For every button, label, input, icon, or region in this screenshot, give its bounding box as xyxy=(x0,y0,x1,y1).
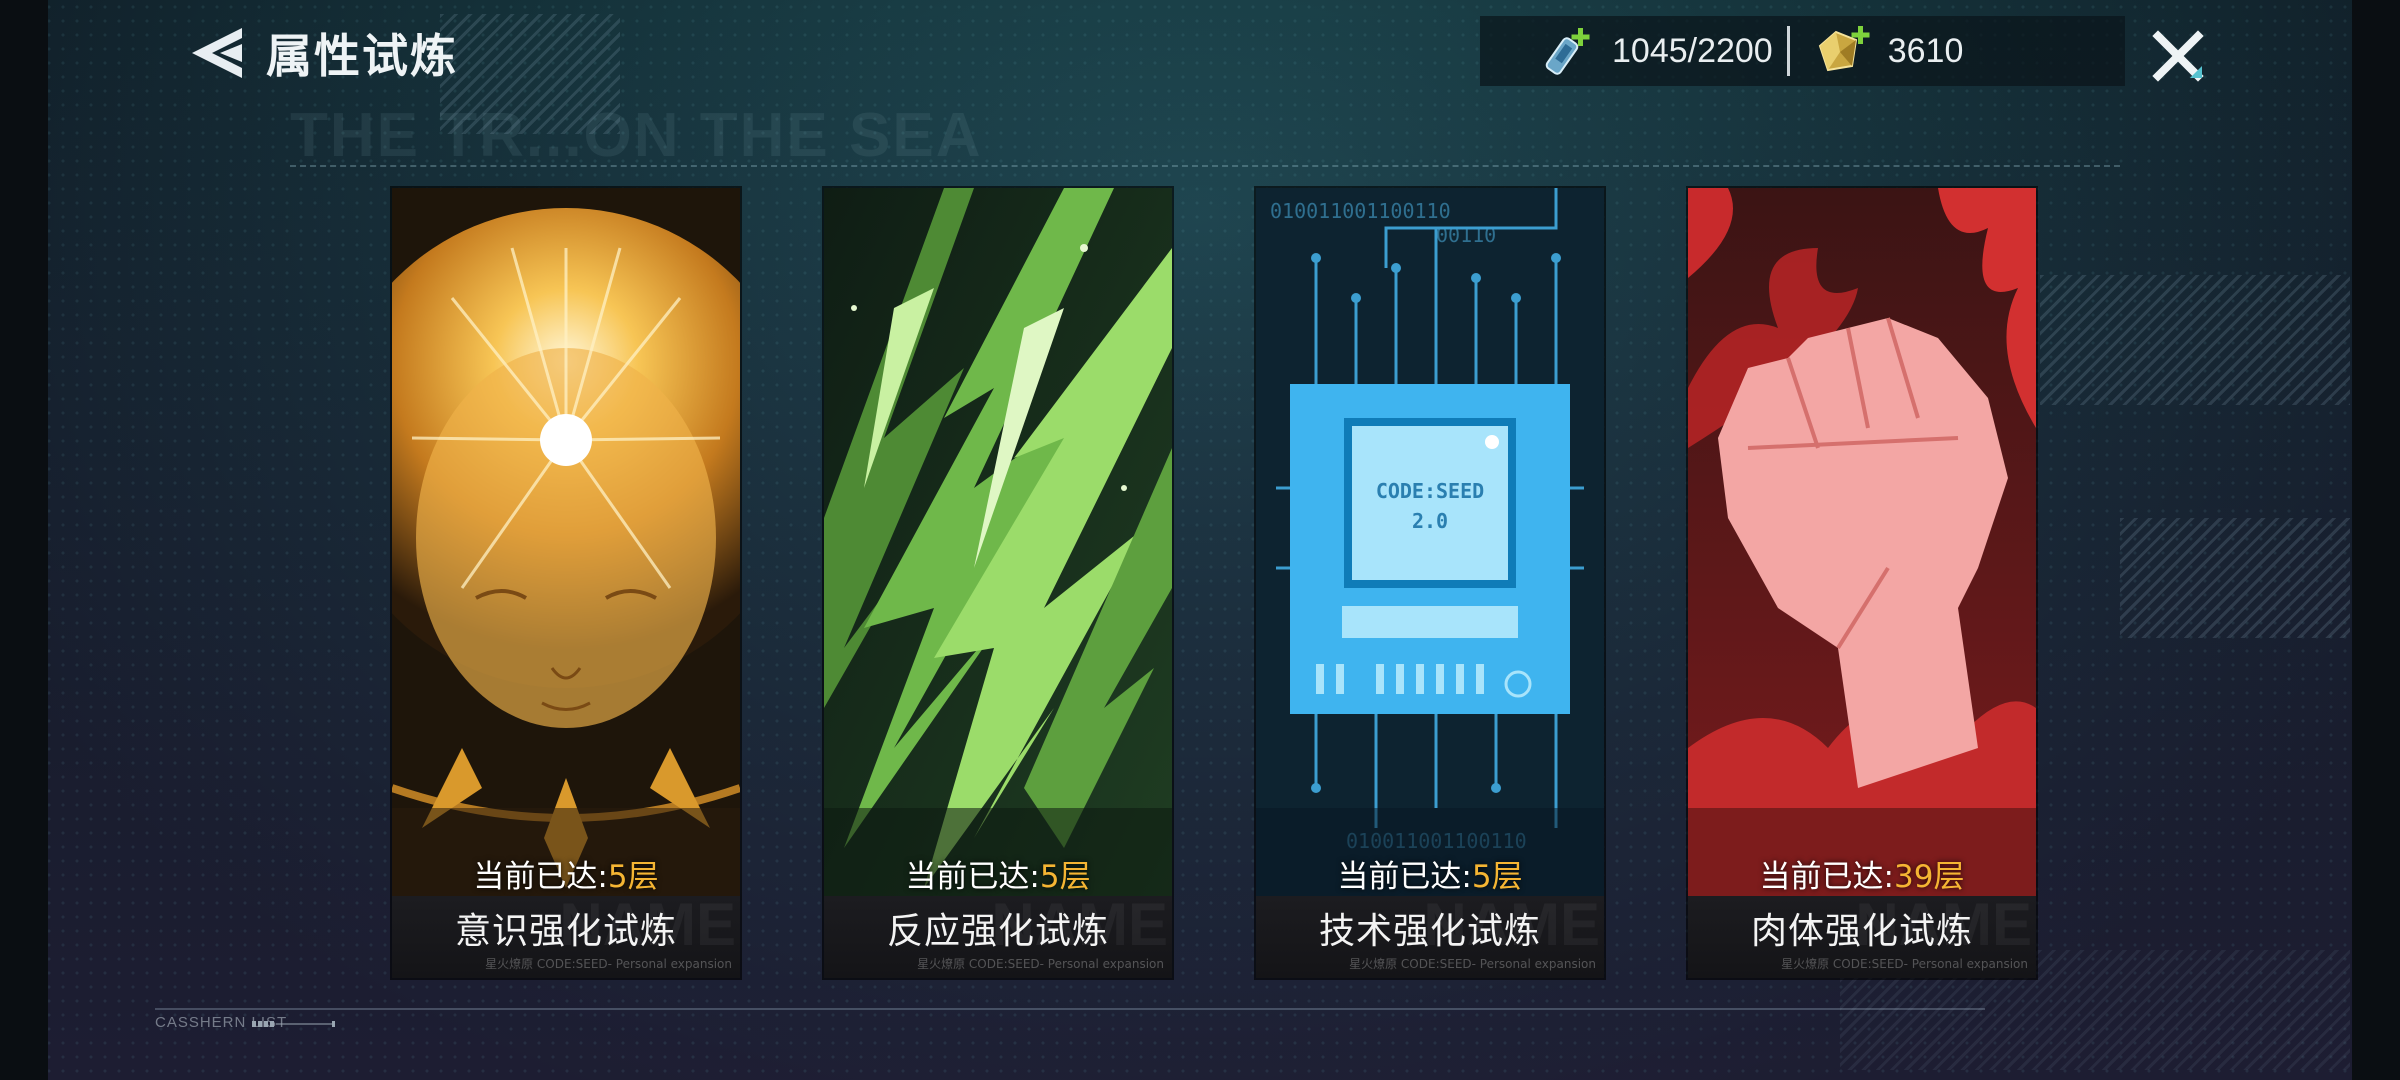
card-subtitle: 星火燎原 CODE:SEED- Personal expansion xyxy=(485,957,732,971)
trial-card-technique[interactable]: 010011001100110 00110 010011001100110 CO… xyxy=(1256,188,1604,978)
trial-name: 技术强化试炼 xyxy=(1318,911,1541,952)
chip-label: CODE:SEED xyxy=(1376,479,1484,503)
trial-name: 反应强化试炼 xyxy=(886,911,1109,952)
circuit-chip-illustration: 010011001100110 00110 010011001100110 CO… xyxy=(1256,188,1604,896)
stamina-resource[interactable]: 1045/2200 xyxy=(1540,16,1773,86)
card-art xyxy=(392,188,740,896)
chip-label: 2.0 xyxy=(1412,509,1448,533)
resource-separator xyxy=(1786,26,1790,76)
card-footer: NAME 肉体强化试炼 星火燎原 CODE:SEED- Personal exp… xyxy=(1688,891,2036,978)
right-edge xyxy=(2352,0,2400,1080)
card-footer: NAME 技术强化试炼 星火燎原 CODE:SEED- Personal exp… xyxy=(1256,891,1604,978)
card-footer: NAME 意识强化试炼 星火燎原 CODE:SEED- Personal exp… xyxy=(392,891,740,978)
close-button[interactable] xyxy=(2150,28,2206,84)
card-subtitle: 星火燎原 CODE:SEED- Personal expansion xyxy=(1781,957,2028,971)
background-caption: THE TR...ON THE SEA xyxy=(290,101,983,170)
close-icon xyxy=(2152,30,2204,82)
trial-name: 肉体强化试炼 xyxy=(1750,911,1973,952)
green-lightning-shards-illustration xyxy=(824,188,1172,896)
left-edge xyxy=(0,0,48,1080)
hatch-pattern xyxy=(2040,275,2350,405)
glowing-mind-face-illustration xyxy=(392,188,740,896)
trial-card-mind[interactable]: 当前已达: 5层 NAME 意识强化试炼 星火燎原 CODE:SEED- Per… xyxy=(392,188,740,978)
page-title: 属性试炼 xyxy=(266,29,458,83)
crystal-value: 3610 xyxy=(1887,31,1964,70)
footer-indicator xyxy=(252,1021,335,1027)
back-arrow-icon xyxy=(192,28,242,78)
hatch-pattern xyxy=(2120,518,2350,638)
card-art xyxy=(824,188,1172,896)
card-subtitle: 星火燎原 CODE:SEED- Personal expansion xyxy=(917,957,1164,971)
card-art xyxy=(1688,188,2036,896)
binary-text: 010011001100110 xyxy=(1270,199,1451,223)
header-divider xyxy=(290,165,2120,167)
card-art: 010011001100110 00110 010011001100110 CO… xyxy=(1256,188,1604,896)
trial-card-body[interactable]: 当前已达: 39层 NAME 肉体强化试炼 星火燎原 CODE:SEED- Pe… xyxy=(1688,188,2036,978)
trial-card-reaction[interactable]: 当前已达: 5层 NAME 反应强化试炼 星火燎原 CODE:SEED- Per… xyxy=(824,188,1172,978)
crystal-cube-plus-icon xyxy=(1818,26,1870,72)
back-button[interactable] xyxy=(182,18,252,88)
header: 属性试炼 xyxy=(182,18,458,88)
footer-divider xyxy=(155,1008,1985,1010)
card-subtitle: 星火燎原 CODE:SEED- Personal expansion xyxy=(1349,957,1596,971)
stamina-vial-plus-icon xyxy=(1545,28,1590,75)
red-raised-fist-illustration xyxy=(1688,188,2036,896)
crystal-resource[interactable]: 3610 xyxy=(1812,16,1964,86)
resource-bar: 1045/2200 3610 xyxy=(1480,16,2125,86)
stamina-value: 1045/2200 xyxy=(1612,31,1773,70)
trial-name: 意识强化试炼 xyxy=(454,911,677,952)
card-footer: NAME 反应强化试炼 星火燎原 CODE:SEED- Personal exp… xyxy=(824,891,1172,978)
